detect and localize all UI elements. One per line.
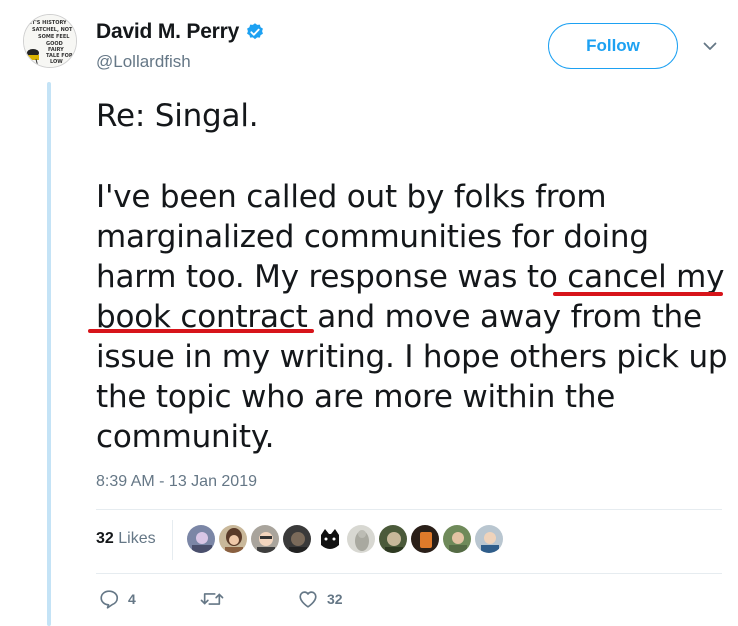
liker-avatar[interactable] bbox=[410, 524, 440, 554]
tweet-line: harm too. My response was to cancel my bbox=[96, 259, 725, 295]
likes-count-number: 32 bbox=[96, 530, 114, 547]
author-display-name[interactable]: David M. Perry bbox=[96, 20, 239, 44]
svg-text:SATCHEL, NOT: SATCHEL, NOT bbox=[32, 27, 73, 33]
liker-avatar[interactable] bbox=[474, 524, 504, 554]
thread-connector-line bbox=[47, 82, 51, 626]
like-action[interactable]: 32 bbox=[297, 588, 343, 610]
liker-avatar[interactable] bbox=[282, 524, 312, 554]
reply-icon bbox=[98, 588, 120, 610]
retweet-icon bbox=[200, 588, 224, 610]
divider bbox=[96, 509, 722, 510]
svg-text:IT'S HISTORY: IT'S HISTORY bbox=[30, 20, 67, 26]
svg-text:LOW: LOW bbox=[50, 59, 63, 65]
tweet-line: I've been called out by folks from bbox=[96, 179, 607, 215]
likes-count[interactable]: 32 Likes bbox=[96, 530, 156, 548]
retweet-action[interactable] bbox=[200, 588, 232, 610]
author-handle[interactable]: @Lollardfish bbox=[96, 52, 191, 72]
heart-icon bbox=[297, 588, 319, 610]
liker-avatar[interactable] bbox=[442, 524, 472, 554]
author-name-row: David M. Perry bbox=[96, 20, 265, 44]
chevron-down-icon[interactable] bbox=[702, 38, 718, 59]
divider bbox=[96, 573, 722, 574]
liker-avatar[interactable] bbox=[218, 524, 248, 554]
follow-button[interactable]: Follow bbox=[548, 23, 678, 69]
liker-avatar[interactable] bbox=[186, 524, 216, 554]
tweet-line: marginalized communities for doing bbox=[96, 219, 649, 255]
svg-text:SOME FEEL: SOME FEEL bbox=[38, 34, 70, 40]
tweet-line: issue in my writing. I hope others pick … bbox=[96, 339, 728, 375]
stats-separator bbox=[172, 520, 173, 560]
reply-count: 4 bbox=[128, 591, 136, 607]
like-count: 32 bbox=[327, 591, 343, 607]
tweet-timestamp[interactable]: 8:39 AM - 13 Jan 2019 bbox=[96, 473, 257, 491]
tweet-text: Re: Singal. I've been called out by folk… bbox=[96, 96, 736, 457]
reply-action[interactable]: 4 bbox=[98, 588, 136, 610]
avatar[interactable]: IT'S HISTORY SATCHEL, NOT SOME FEEL GOOD… bbox=[23, 14, 77, 68]
likes-count-label: Likes bbox=[118, 530, 156, 547]
tweet-line: the topic who are more within the bbox=[96, 379, 616, 415]
verified-badge-icon bbox=[245, 22, 265, 42]
tweet-line: community. bbox=[96, 419, 275, 455]
liker-avatars bbox=[186, 524, 504, 554]
highlight-underline bbox=[88, 329, 314, 333]
highlight-underline bbox=[553, 292, 723, 296]
liker-avatar[interactable] bbox=[346, 524, 376, 554]
liker-avatar[interactable] bbox=[250, 524, 280, 554]
liker-avatar[interactable] bbox=[378, 524, 408, 554]
liker-avatar[interactable] bbox=[314, 524, 344, 554]
tweet-line: Re: Singal. bbox=[96, 98, 259, 134]
